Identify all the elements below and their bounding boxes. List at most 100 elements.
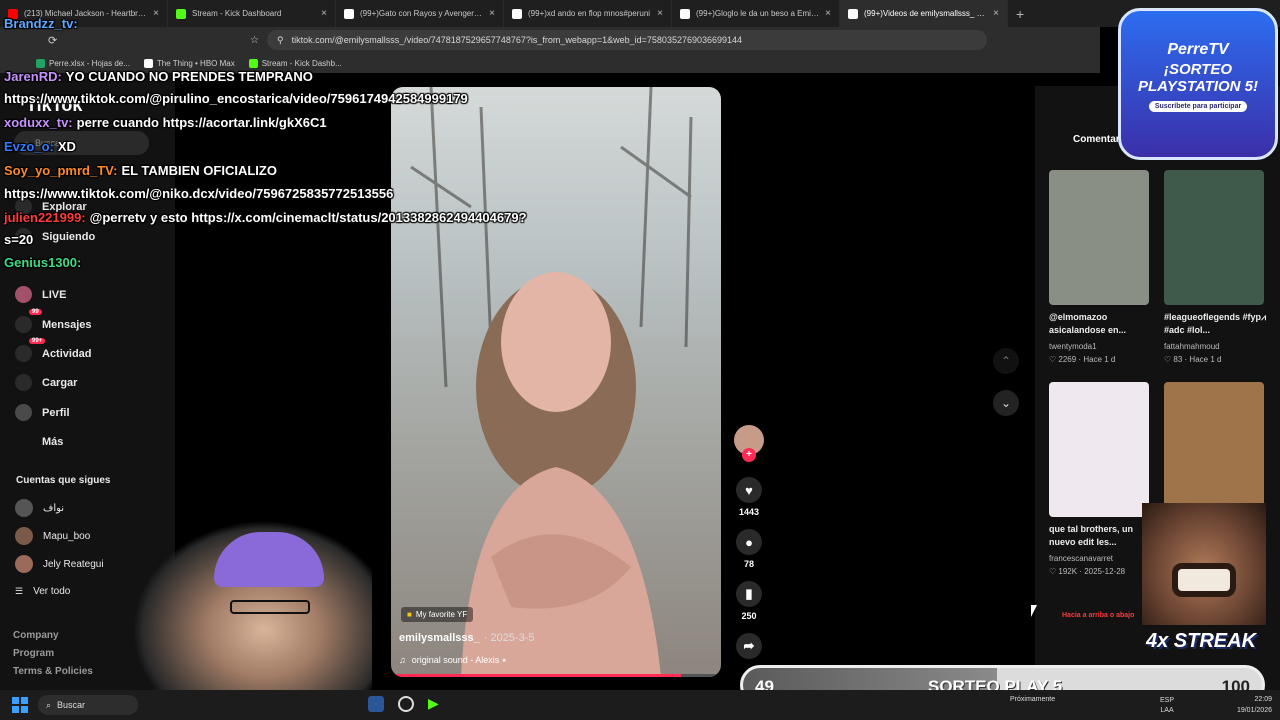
- video-author[interactable]: emilysmallsss_ · 2025-3-5: [399, 632, 535, 644]
- bookmark-item[interactable]: Perre.xlsx - Hojas de...: [36, 58, 130, 68]
- chat-message: https://www.tiktok.com/@niko.dcx/video/7…: [4, 186, 393, 201]
- terminal-app-icon[interactable]: [368, 696, 384, 712]
- sidebar-item-mensajes[interactable]: 99 Mensajes: [15, 309, 92, 333]
- screen: (213) Michael Jackson - Heartbreak H × Str…: [0, 0, 1280, 720]
- taskbar-search[interactable]: ⌕ Buscar: [38, 695, 138, 715]
- video-time: Hace 1 d: [1083, 355, 1116, 364]
- video-caption[interactable]: @elmomazoo asicalandose en...: [1049, 311, 1157, 337]
- bookmark-star-icon[interactable]: ☆: [250, 35, 259, 46]
- see-all-link[interactable]: ☰ Ver todo: [15, 586, 70, 597]
- sidebar-item-label: Perfil: [42, 406, 70, 419]
- video-date: · 2025-3-5: [483, 632, 535, 644]
- browser-tab[interactable]: Stream - Kick Dashboard ×: [168, 0, 336, 27]
- video-meta: ♡ 192K · 2025-12-28: [1049, 567, 1125, 576]
- chat-text: @perretv y esto https://x.com/cinemaclt/…: [89, 210, 527, 225]
- new-tab-icon[interactable]: +: [1008, 6, 1032, 22]
- browser-tab[interactable]: (99+)Gato con Rayos y Avengers Ass ×: [336, 0, 504, 27]
- following-account-name: نواف: [43, 502, 65, 514]
- close-icon[interactable]: ×: [825, 8, 831, 19]
- save-button[interactable]: ▮ 250: [733, 581, 765, 621]
- play-app-icon[interactable]: ▶: [428, 695, 439, 712]
- share-button[interactable]: ➦: [733, 633, 765, 663]
- sidebar-item-cargar[interactable]: Cargar: [15, 374, 77, 391]
- see-all-label: Ver todo: [33, 586, 71, 597]
- video-frame: [410, 87, 693, 677]
- tab-title: (99+)Gato con Rayos y Avengers Ass: [360, 9, 484, 18]
- video-progress-bar[interactable]: [391, 674, 721, 677]
- reload-icon[interactable]: ⟳: [48, 34, 57, 47]
- video-thumbnail[interactable]: [1164, 382, 1264, 517]
- heart-icon: ♡: [1049, 567, 1059, 576]
- sidebar-item-label: Siguiendo: [42, 230, 96, 243]
- language-label: ESP: [1160, 697, 1175, 704]
- video-meta: ♡ 83 · Hace 1 d: [1164, 355, 1221, 364]
- video-tag[interactable]: ■ My favorite YF: [401, 607, 474, 622]
- close-icon[interactable]: ×: [657, 8, 663, 19]
- following-account[interactable]: Mapu_boo: [15, 527, 90, 545]
- chat-username[interactable]: xoduxx_tv:: [4, 115, 73, 130]
- chat-username[interactable]: julien221999:: [4, 210, 86, 225]
- close-icon[interactable]: ×: [489, 8, 495, 19]
- sidebar-item-live[interactable]: LIVE: [15, 286, 66, 303]
- start-button[interactable]: [12, 697, 28, 713]
- browser-tab[interactable]: (99+)Videos de emilysmallsss_ (@ ×: [840, 0, 1008, 27]
- chat-username[interactable]: Evzo_o:: [4, 139, 54, 154]
- chat-username[interactable]: Genius1300:: [4, 255, 81, 270]
- giveaway-logo: PerreTV ¡SORTEO PLAYSTATION 5! Suscríbet…: [1118, 8, 1278, 160]
- chat-message: Brandzz_tv:: [4, 16, 82, 31]
- weather-label: Próximamente: [1010, 696, 1056, 703]
- bookmark-item[interactable]: The Thing • HBO Max: [143, 58, 235, 68]
- footer-link[interactable]: Terms & Policies: [13, 666, 93, 677]
- video-player[interactable]: ■ My favorite YF emilysmallsss_ · 2025-3-…: [391, 87, 721, 677]
- url-text: tiktok.com/@emilysmallsss_/video/7478187…: [291, 35, 743, 45]
- video-thumbnail[interactable]: [1164, 170, 1264, 305]
- chat-username[interactable]: Soy_yo_pmrd_TV:: [4, 163, 117, 178]
- bookmark-item[interactable]: Stream - Kick Dashb...: [248, 58, 342, 68]
- sidebar-item-más[interactable]: Más: [15, 433, 63, 450]
- site-info-icon[interactable]: ⚲: [277, 35, 284, 46]
- address-bar[interactable]: ⚲ tiktok.com/@emilysmallsss_/video/74781…: [266, 30, 987, 50]
- next-video-button[interactable]: ⌄: [993, 390, 1019, 416]
- video-author-name[interactable]: twentymoda1: [1049, 342, 1097, 351]
- video-thumbnail[interactable]: [1049, 382, 1149, 517]
- system-clock[interactable]: 22:09 19/01/2026: [1237, 694, 1272, 716]
- bookmark-label: Perre.xlsx - Hojas de...: [49, 58, 130, 68]
- chat-message: Soy_yo_pmrd_TV: EL TAMBIEN OFICIALIZO: [4, 163, 277, 178]
- heart-icon: ♥: [736, 477, 762, 503]
- browser-tab[interactable]: (99+)xd ando en flop mnos#peruni ×: [504, 0, 672, 27]
- avatar: [15, 527, 33, 545]
- creator-avatar[interactable]: +: [733, 425, 765, 462]
- video-sound[interactable]: ♫ original sound - Alexis ⭑: [399, 655, 507, 666]
- search-icon: ⌕: [46, 699, 52, 710]
- footer-link[interactable]: Company: [13, 630, 59, 641]
- footer-link[interactable]: Program: [13, 648, 54, 659]
- video-username[interactable]: emilysmallsss_: [399, 632, 480, 644]
- close-icon[interactable]: ×: [153, 8, 159, 19]
- chat-username[interactable]: JarenRD:: [4, 69, 62, 84]
- follow-plus-icon[interactable]: +: [742, 448, 756, 462]
- video-caption[interactable]: que tal brothers, un nuevo edit les...: [1049, 523, 1157, 549]
- video-caption[interactable]: #leagueoflegends #fyp⩘ #adc #lol...: [1164, 311, 1272, 337]
- browser-tab[interactable]: (99+)Gloglo le da un beso a Emi #en ×: [672, 0, 840, 27]
- comment-button[interactable]: ● 78: [733, 529, 765, 569]
- sidebar-item-actividad[interactable]: 99+ Actividad: [15, 338, 92, 362]
- video-thumbnail[interactable]: [1049, 170, 1149, 305]
- bookmark-label: The Thing • HBO Max: [156, 58, 235, 68]
- chat-message: https://www.tiktok.com/@pirulino_encosta…: [4, 91, 468, 106]
- previous-video-button[interactable]: ⌃: [993, 348, 1019, 374]
- language-indicator[interactable]: ESP LAA: [1160, 696, 1174, 716]
- mouse-cursor: [1031, 605, 1037, 617]
- following-account[interactable]: نواف: [15, 499, 64, 517]
- following-account[interactable]: Jely Reategui: [15, 555, 104, 573]
- video-author-name[interactable]: francescanavarret: [1049, 554, 1113, 563]
- chat-username[interactable]: Brandzz_tv:: [4, 16, 78, 31]
- like-button[interactable]: ♥ 1443: [733, 477, 765, 517]
- logo-brand: PerreTV: [1167, 41, 1229, 58]
- obs-app-icon[interactable]: [398, 696, 414, 712]
- close-icon[interactable]: ×: [321, 8, 327, 19]
- sidebar-item-perfil[interactable]: Perfil: [15, 404, 70, 421]
- close-icon[interactable]: ×: [993, 8, 999, 19]
- video-author-name[interactable]: fattahmahmoud: [1164, 342, 1220, 351]
- tab-title: (99+)Videos de emilysmallsss_ (@: [864, 9, 988, 18]
- chat-text: perre cuando https://acortar.link/gkX6C1: [76, 115, 327, 130]
